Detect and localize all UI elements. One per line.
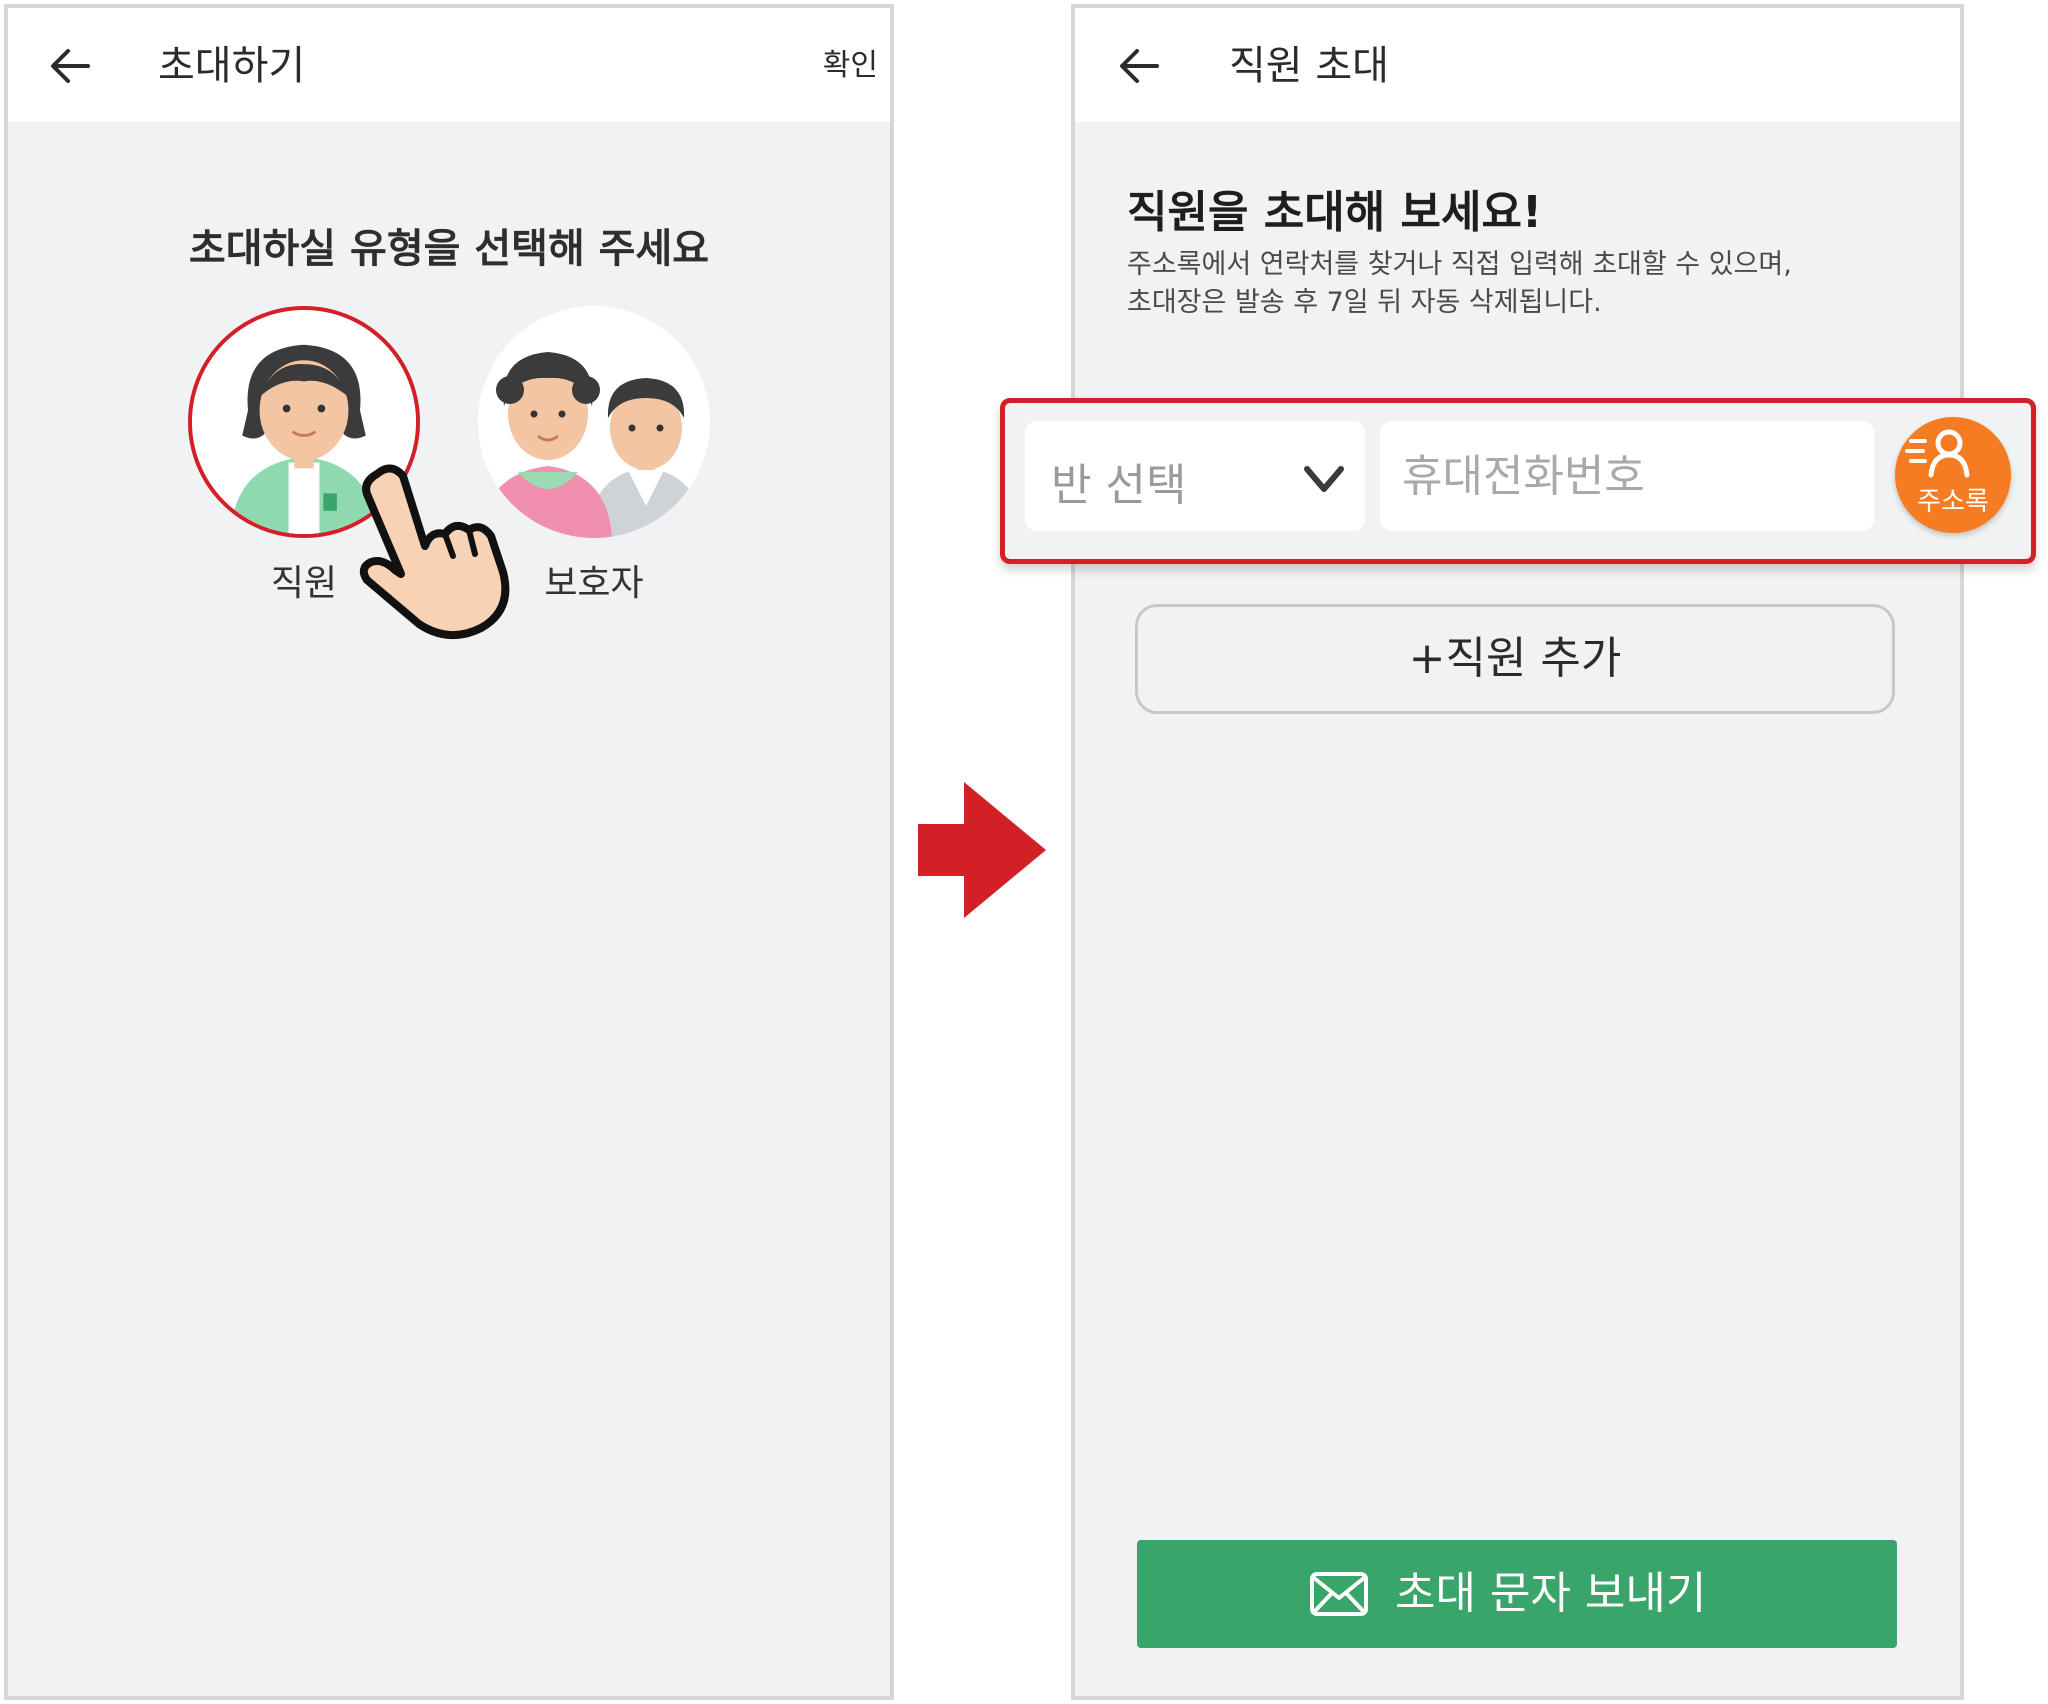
staff-option[interactable]: 직원 — [188, 306, 428, 606]
staff-illustration — [192, 310, 416, 534]
invite-type-screen: 초대하기 확인 초대하실 유형을 선택해 주세요 직원 보호자 — [4, 4, 894, 1700]
guardian-option-label: 보호자 — [544, 563, 644, 604]
phone-number-input[interactable] — [1380, 421, 1874, 531]
class-select-label: 반 선택 — [1051, 460, 1187, 511]
guardian-avatar — [478, 306, 710, 538]
invite-heading: 직원을 초대해 보세요! — [1127, 187, 1543, 238]
contacts-icon — [1905, 429, 1970, 478]
select-type-prompt: 초대하실 유형을 선택해 주세요 — [188, 226, 710, 272]
confirm-button[interactable]: 확인 — [823, 42, 878, 90]
right-arrow-icon — [918, 782, 1046, 918]
address-book-button[interactable]: 주소록 — [1895, 417, 2011, 533]
app-header: 초대하기 확인 — [8, 8, 890, 122]
envelope-icon — [1310, 1572, 1368, 1616]
invite-description: 주소록에서 연락처를 찾거나 직접 입력해 초대할 수 있으며, 초대장은 발송… — [1127, 246, 1927, 322]
send-invite-sms-button[interactable]: 초대 문자 보내기 — [1137, 1540, 1897, 1648]
guardian-illustration — [478, 306, 710, 538]
back-arrow-icon[interactable] — [42, 38, 98, 94]
add-staff-button[interactable]: +직원 추가 — [1135, 604, 1895, 714]
chevron-down-icon — [1304, 466, 1344, 492]
staff-option-label: 직원 — [270, 563, 338, 604]
address-book-label: 주소록 — [1917, 487, 1989, 517]
guardian-option[interactable]: 보호자 — [478, 306, 718, 606]
invite-description-line: 주소록에서 연락처를 찾거나 직접 입력해 초대할 수 있으며, — [1127, 249, 1792, 280]
send-invite-label: 초대 문자 보내기 — [1395, 1568, 1707, 1619]
invite-input-row-highlight: 반 선택 주소록 — [1000, 398, 2036, 564]
back-arrow-icon[interactable] — [1111, 38, 1167, 94]
page-title: 직원 초대 — [1229, 43, 1389, 89]
page-title: 초대하기 — [158, 43, 306, 89]
invite-description-line: 초대장은 발송 후 7일 뒤 자동 삭제됩니다. — [1127, 287, 1602, 318]
app-header: 직원 초대 — [1075, 8, 1960, 122]
staff-invite-screen: 직원 초대 직원을 초대해 보세요! 주소록에서 연락처를 찾거나 직접 입력해… — [1071, 4, 1964, 1700]
class-select-dropdown[interactable]: 반 선택 — [1025, 421, 1365, 531]
staff-avatar — [188, 306, 420, 538]
